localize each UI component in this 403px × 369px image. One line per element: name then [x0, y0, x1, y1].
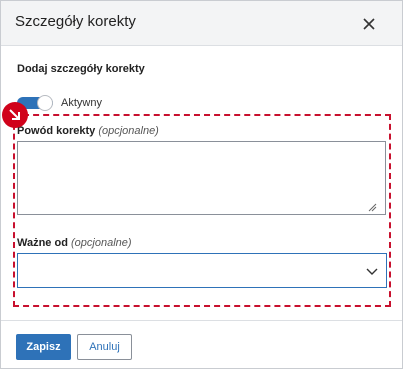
dialog-header: Szczegóły korekty — [1, 1, 402, 46]
save-button[interactable]: Zapisz — [16, 334, 71, 360]
arrow-down-right-icon — [9, 109, 20, 120]
reason-optional-text: (opcjonalne) — [98, 125, 159, 137]
correction-details-dialog: Szczegóły korekty Dodaj szczegóły korekt… — [0, 0, 403, 369]
toggle-knob — [37, 95, 53, 111]
footer-divider — [1, 320, 402, 321]
valid-from-label: Ważne od (opcjonalne) — [17, 237, 132, 249]
close-button[interactable] — [359, 14, 379, 34]
reason-label: Powód korekty (opcjonalne) — [17, 125, 159, 137]
reason-label-text: Powód korekty — [17, 125, 96, 137]
dialog-title: Szczegóły korekty — [15, 13, 136, 30]
cancel-button[interactable]: Anuluj — [77, 334, 132, 360]
arrow-marker-icon — [2, 102, 28, 128]
valid-from-optional-text: (opcjonalne) — [71, 237, 132, 249]
valid-from-select[interactable] — [17, 253, 387, 288]
reason-textarea[interactable] — [17, 141, 386, 215]
chevron-down-icon — [366, 268, 378, 275]
resize-grip-icon[interactable] — [367, 202, 377, 212]
valid-from-label-text: Ważne od — [17, 237, 68, 249]
close-icon — [363, 18, 375, 30]
active-toggle-label: Aktywny — [61, 97, 102, 109]
section-title: Dodaj szczegóły korekty — [17, 63, 145, 75]
